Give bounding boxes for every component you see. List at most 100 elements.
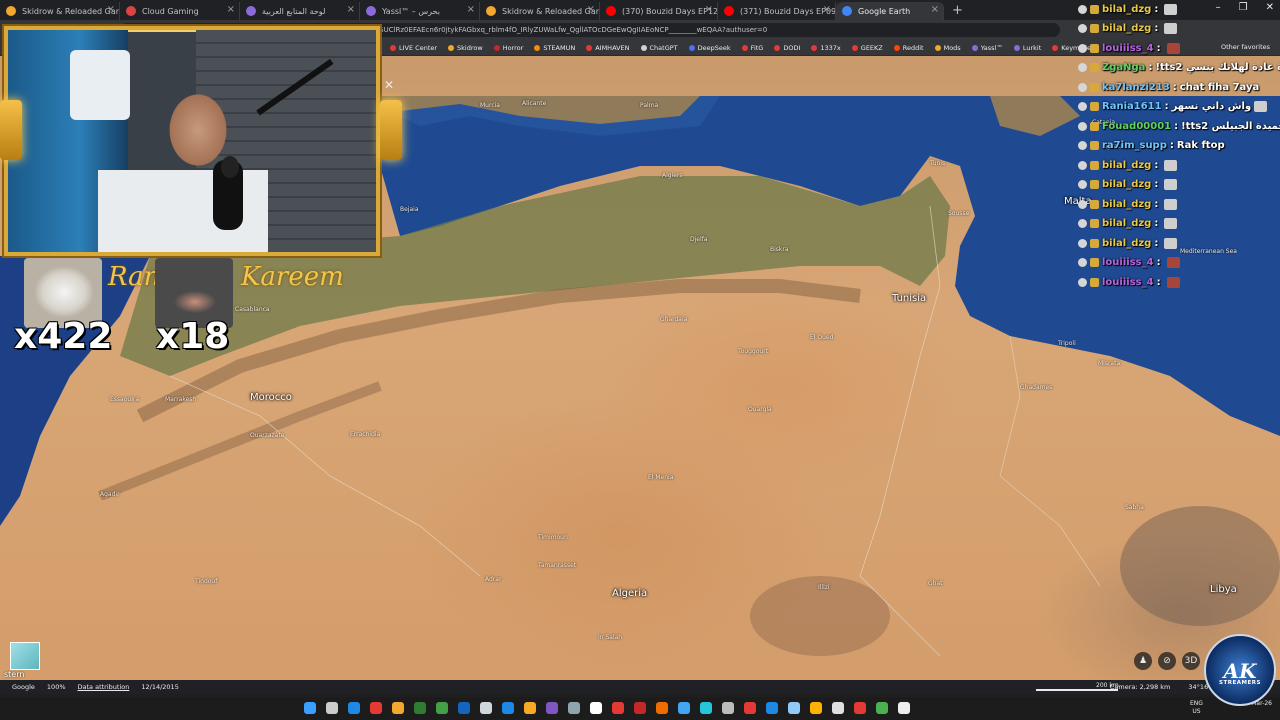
chat-text: واش داني نسهر: [1171, 101, 1252, 112]
bookmark-label: FitG: [750, 43, 764, 52]
taskbar-app-icon[interactable]: [744, 702, 756, 714]
chat-message: ka7lanzi213: chat fiha 7aya: [1078, 78, 1259, 96]
bookmark-item[interactable]: Skidrow: [448, 44, 483, 52]
taskbar-app-icon[interactable]: [766, 702, 778, 714]
streamer: [98, 60, 268, 252]
bookmark-favicon-icon: [741, 44, 748, 51]
map-navigation-controls: ♟ ⊘ 3D: [1134, 652, 1200, 670]
close-panel-icon[interactable]: ✕: [384, 78, 394, 92]
browser-tab[interactable]: (370) Bouzid Days EP12 analyses×: [600, 2, 718, 20]
taskbar-app-icon[interactable]: [502, 702, 514, 714]
taskbar-app-icon[interactable]: [788, 702, 800, 714]
taskbar-app-icon[interactable]: [480, 702, 492, 714]
taskbar-app-icon[interactable]: [700, 702, 712, 714]
bookmark-item[interactable]: DeepSeek: [688, 44, 731, 52]
browser-tab[interactable]: Cloud Gaming ×: [120, 2, 240, 20]
taskbar-app-icon[interactable]: [612, 702, 624, 714]
bookmark-label: Mods: [943, 43, 961, 52]
start-menu-icon[interactable]: [304, 702, 316, 714]
emote-count-2: x18: [156, 316, 230, 357]
tab-close-icon[interactable]: ×: [931, 4, 939, 15]
data-attribution-link[interactable]: Data attribution: [78, 683, 130, 691]
taskbar-app-icon[interactable]: [370, 702, 382, 714]
bookmark-item[interactable]: Yassl™: [971, 44, 1003, 52]
taskbar-app-icon[interactable]: [348, 702, 360, 714]
bookmark-item[interactable]: Mods: [934, 43, 961, 52]
browser-tab[interactable]: Google Earth ×: [836, 2, 944, 20]
taskbar-app-icon[interactable]: [854, 702, 866, 714]
chat-sub-badge-icon: [1090, 141, 1099, 150]
taskbar-app-icon[interactable]: [524, 702, 536, 714]
tab-close-icon[interactable]: ×: [467, 4, 475, 15]
pegman-icon[interactable]: ♟: [1134, 652, 1152, 670]
bookmark-item[interactable]: FitG: [741, 43, 764, 52]
browser-tab[interactable]: Skidrow & Reloaded Games – Do×: [480, 2, 600, 20]
taskbar-app-icon[interactable]: [656, 702, 668, 714]
place-label: Ghadames: [1020, 384, 1053, 391]
taskbar-app-icon[interactable]: [458, 702, 470, 714]
chat-emote-icon: [1164, 3, 1178, 15]
chat-username: louiiiss_4: [1102, 257, 1154, 268]
bookmark-item[interactable]: LIVE Center: [390, 44, 437, 52]
compass-icon[interactable]: ⊘: [1158, 652, 1176, 670]
taskbar-app-icon[interactable]: [722, 702, 734, 714]
webcam-overlay: [4, 26, 380, 256]
chat-message: louiiiss_4:: [1078, 254, 1180, 272]
tab-close-icon[interactable]: ×: [347, 4, 355, 15]
bookmark-item[interactable]: GEEKZ: [851, 44, 883, 52]
tab-close-icon[interactable]: ×: [705, 4, 713, 15]
taskbar-app-icon[interactable]: [568, 702, 580, 714]
bookmark-item[interactable]: ChatGPT: [640, 44, 678, 52]
taskbar-app-icon[interactable]: [436, 702, 448, 714]
taskbar-app-icon[interactable]: [898, 702, 910, 714]
tab-close-icon[interactable]: ×: [227, 4, 235, 15]
bookmark-item[interactable]: Horror: [493, 44, 523, 52]
place-label: Murcia: [480, 102, 500, 109]
bookmark-favicon-icon: [971, 44, 978, 51]
browser-tab[interactable]: Yassl™ – بحرس ×: [360, 2, 480, 20]
chat-badge-icon: [1078, 82, 1087, 92]
taskbar-app-icon[interactable]: [810, 702, 822, 714]
taskbar-app-icon[interactable]: [326, 702, 338, 714]
bookmark-item[interactable]: Lurkit: [1013, 44, 1041, 52]
bookmark-label: Skidrow: [457, 43, 483, 52]
tab-label: Cloud Gaming: [142, 6, 199, 16]
chat-text: Rak ftop: [1176, 140, 1225, 151]
browser-tab[interactable]: Skidrow & Reloaded Games – Do×: [0, 2, 120, 20]
taskbar-app-icon[interactable]: [414, 702, 426, 714]
bookmark-favicon-icon: [774, 44, 781, 51]
tab-close-icon[interactable]: ×: [587, 4, 595, 15]
bookmark-favicon-icon: [893, 44, 900, 51]
tab-close-icon[interactable]: ×: [107, 4, 115, 15]
taskbar-app-icon[interactable]: [634, 702, 646, 714]
bookmark-item[interactable]: AIMHAVEN: [586, 44, 630, 52]
imagery-date: 12/14/2015: [141, 683, 179, 691]
chat-badge-icon: [1078, 258, 1087, 267]
browser-tab[interactable]: لوحة المتابع العربية ×: [240, 2, 360, 20]
tab-favicon-icon: [724, 6, 734, 16]
language-indicator[interactable]: ENG US: [1190, 700, 1203, 716]
chat-message: ZgaNga:!tts2 لدي عدة عادة لهلاتك بنسي: [1078, 59, 1280, 77]
taskbar-app-icon[interactable]: [876, 702, 888, 714]
tab-close-icon[interactable]: ×: [823, 4, 831, 15]
view-3d-button[interactable]: 3D: [1182, 652, 1200, 670]
taskbar-app-icon[interactable]: [590, 702, 602, 714]
taskbar-app-icon[interactable]: [392, 702, 404, 714]
taskbar-app-icon[interactable]: [678, 702, 690, 714]
bookmark-item[interactable]: STEAMUN: [534, 44, 575, 52]
browser-tab[interactable]: (371) Bouzid Days EP09 Docteur×: [718, 2, 836, 20]
tab-favicon-icon: [246, 6, 256, 16]
chat-message: bilal_dzg:: [1078, 195, 1178, 213]
bookmark-item[interactable]: DODI: [774, 44, 800, 52]
taskbar-app-icon[interactable]: [546, 702, 558, 714]
new-tab-button[interactable]: +: [952, 2, 963, 20]
chat-badge-icon: [1078, 43, 1087, 53]
place-label: Misrata: [1098, 360, 1121, 367]
place-label: Algiers: [662, 172, 683, 179]
bookmark-item[interactable]: 1337x: [811, 44, 841, 52]
taskbar-app-icon[interactable]: [832, 702, 844, 714]
place-label: Ghardaia: [660, 316, 688, 323]
bookmark-item[interactable]: Reddit: [893, 44, 924, 52]
country-label-morocco: Morocco: [250, 392, 292, 403]
chat-overlay: bilal_dzg: bilal_dzg: louiiiss_4: ZgaNga: !t…: [1078, 0, 1280, 300]
